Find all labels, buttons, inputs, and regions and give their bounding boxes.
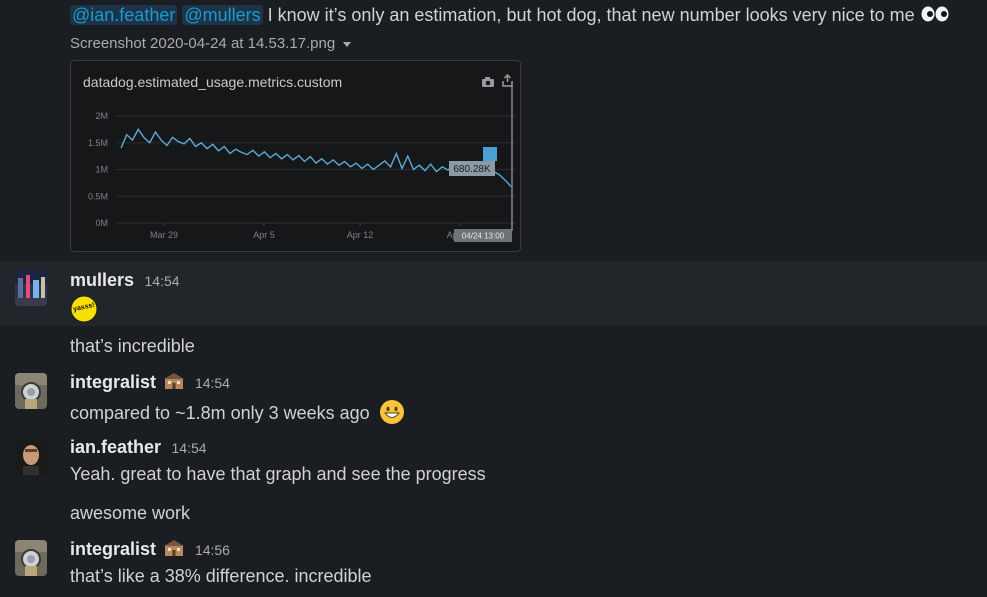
grinning-face-emoji (379, 399, 405, 430)
series-line (120, 128, 512, 188)
event-marker (483, 147, 497, 161)
x-tick-label: Apr 12 (347, 230, 374, 240)
avatar[interactable] (15, 270, 47, 306)
eyes-emoji (920, 6, 950, 27)
mention-mullers[interactable]: @mullers (182, 5, 263, 25)
y-tick-label: 1.5M (88, 138, 108, 148)
message-1-text: @ian.feather @mullers I know it’s only a… (70, 5, 950, 27)
attachment-filename[interactable]: Screenshot 2020-04-24 at 14.53.17.png (70, 35, 352, 52)
message-body: I know it’s only an estimation, but hot … (267, 5, 915, 25)
message-header: integralist 14:56 (70, 539, 230, 562)
y-tick-label: 0M (95, 218, 108, 228)
chevron-down-icon[interactable] (343, 41, 352, 47)
mention-ian-feather[interactable]: @ian.feather (70, 5, 178, 25)
tooltip-time: 04/24 13:00 (462, 232, 505, 241)
avatar[interactable] (15, 439, 47, 475)
username[interactable]: integralist (70, 539, 156, 559)
house-icon (164, 372, 185, 395)
message-text: that’s incredible (70, 336, 195, 356)
message-text: Yeah. great to have that graph and see t… (70, 464, 486, 484)
avatar[interactable] (15, 540, 47, 576)
house-icon (164, 539, 185, 562)
x-tick-label: Apr 5 (253, 230, 275, 240)
message-header: mullers 14:54 (70, 270, 180, 291)
timestamp[interactable]: 14:54 (195, 375, 230, 391)
tooltip-value: 680.28K (453, 164, 491, 175)
x-tick-label: Mar 29 (150, 230, 178, 240)
message-text: awesome work (70, 503, 191, 523)
username[interactable]: ian.feather (70, 437, 161, 457)
message-header: integralist 14:54 (70, 372, 230, 395)
timestamp[interactable]: 14:54 (171, 440, 206, 456)
image-attachment[interactable]: datadog.estimated_usage.metrics.custom 0… (70, 60, 521, 252)
y-tick-label: 2M (95, 111, 108, 121)
y-tick-label: 0.5M (88, 191, 108, 201)
username[interactable]: mullers (70, 270, 134, 290)
avatar[interactable] (15, 373, 47, 409)
message-text: that’s like a 38% difference. incredible (70, 566, 372, 586)
message-header: ian.feather 14:54 (70, 437, 207, 458)
username[interactable]: integralist (70, 372, 156, 392)
timestamp[interactable]: 14:56 (195, 542, 230, 558)
yasss-emoji: yasss! (70, 295, 98, 328)
timestamp[interactable]: 14:54 (144, 273, 179, 289)
chart-svg: 0M0.5M1M1.5M2MMar 29Apr 5Apr 12Apr 19680… (88, 86, 516, 242)
message-text: compared to ~1.8m only 3 weeks ago (70, 399, 405, 430)
y-tick-label: 1M (95, 165, 108, 175)
